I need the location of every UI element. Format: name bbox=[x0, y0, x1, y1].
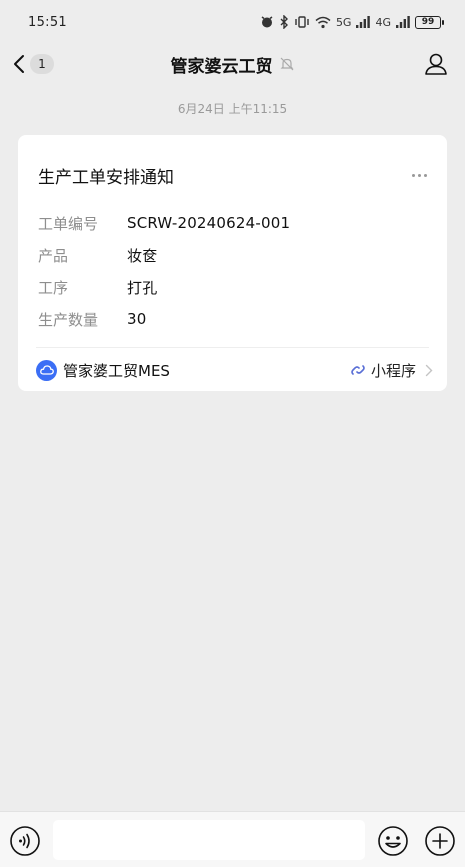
plus-icon bbox=[425, 826, 455, 856]
vibrate-icon bbox=[295, 16, 309, 28]
more-dot-icon bbox=[424, 174, 427, 177]
voice-icon bbox=[10, 826, 40, 856]
miniprogram-icon bbox=[351, 365, 365, 375]
field-value: SCRW-20240624-001 bbox=[127, 214, 291, 232]
nav-title-wrap: 管家婆云工贸 bbox=[171, 52, 295, 77]
more-options-button[interactable] bbox=[410, 168, 429, 184]
field-row-product: 产品 妆奁 bbox=[38, 239, 427, 271]
cloud-logo-icon bbox=[36, 359, 57, 381]
bell-off-icon bbox=[279, 56, 295, 72]
status-time: 15:51 bbox=[28, 14, 67, 30]
signal-label-b: 4G bbox=[375, 15, 391, 29]
battery-icon: 99 bbox=[415, 15, 444, 29]
more-actions-button[interactable] bbox=[424, 825, 456, 857]
card-divider bbox=[36, 347, 429, 348]
chat-title: 管家婆云工贸 bbox=[170, 56, 273, 77]
message-timestamp: 6月24日 上午11:15 bbox=[177, 102, 288, 116]
field-label: 产品 bbox=[38, 246, 69, 265]
message-input[interactable] bbox=[53, 820, 365, 860]
bluetooth-icon bbox=[280, 15, 288, 29]
chevron-left-icon bbox=[14, 55, 24, 73]
card-title: 生产工单安排通知 bbox=[38, 168, 174, 188]
field-value: 30 bbox=[127, 310, 147, 328]
nav-bar: 1 管家婆云工贸 bbox=[0, 44, 465, 84]
more-dot-icon bbox=[412, 174, 415, 177]
miniprogram-link[interactable]: 小程序 bbox=[350, 360, 433, 381]
signal-icon bbox=[356, 16, 371, 28]
field-label: 生产数量 bbox=[38, 310, 99, 329]
card-header: 生产工单安排通知 bbox=[38, 163, 429, 188]
back-button[interactable]: 1 bbox=[12, 50, 54, 78]
more-dot-icon bbox=[418, 174, 421, 177]
alarm-icon bbox=[261, 16, 273, 28]
emoji-icon bbox=[378, 826, 408, 856]
miniprogram-label: 小程序 bbox=[370, 361, 416, 380]
chevron-right-icon bbox=[425, 364, 433, 376]
app-name: 管家婆工贸MES bbox=[63, 361, 170, 380]
person-icon bbox=[425, 53, 447, 75]
voice-button[interactable] bbox=[9, 825, 41, 857]
field-value: 打孔 bbox=[127, 278, 158, 297]
field-row-process: 工序 打孔 bbox=[38, 271, 427, 303]
profile-button[interactable] bbox=[423, 51, 449, 77]
field-label: 工序 bbox=[38, 278, 69, 297]
field-row-order-number: 工单编号 SCRW-20240624-001 bbox=[38, 207, 427, 239]
signal-label-a: 5G bbox=[335, 15, 352, 29]
input-bar bbox=[0, 811, 465, 867]
signal-icon-2 bbox=[396, 16, 410, 28]
card-fields: 工单编号 SCRW-20240624-001 产品 妆奁 工序 打孔 生产数量 … bbox=[38, 207, 427, 335]
chat-page: 15:51 5G 4G 99 1 管家婆云工贸 6月24日 上午11:15 生产… bbox=[0, 0, 465, 867]
emoji-button[interactable] bbox=[377, 825, 409, 857]
app-info: 管家婆工贸MES bbox=[36, 359, 170, 381]
status-icons: 5G 4G 99 bbox=[260, 15, 444, 29]
work-order-card[interactable]: 生产工单安排通知 工单编号 SCRW-20240624-001 产品 妆奁 工序… bbox=[18, 135, 447, 391]
field-value: 妆奁 bbox=[127, 246, 158, 265]
field-row-quantity: 生产数量 30 bbox=[38, 303, 427, 335]
wifi-icon bbox=[315, 16, 331, 28]
status-bar: 15:51 5G 4G 99 bbox=[0, 0, 465, 44]
card-footer[interactable]: 管家婆工贸MES 小程序 bbox=[36, 356, 433, 384]
field-label: 工单编号 bbox=[38, 214, 99, 233]
unread-badge: 1 bbox=[30, 54, 54, 74]
